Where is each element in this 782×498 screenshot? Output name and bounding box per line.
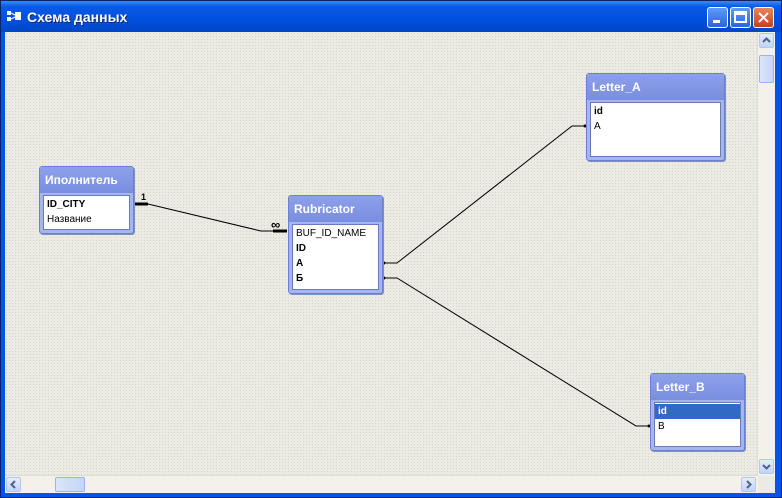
field-id-city[interactable]: ID_CITY <box>44 197 129 212</box>
minimize-button[interactable] <box>707 7 728 28</box>
field-id-selected[interactable]: id <box>655 404 740 419</box>
field-list[interactable]: ID_CITY Название <box>43 195 130 230</box>
field-name[interactable]: Название <box>44 212 129 227</box>
relationship-line-rubricator-letter-a[interactable] <box>382 124 587 265</box>
scroll-up-button[interactable] <box>759 33 774 48</box>
relationship-line-rubricator-letter-b[interactable] <box>382 276 651 428</box>
field-a[interactable]: A <box>591 119 720 134</box>
table-letter-a[interactable]: Letter_A id A <box>586 73 725 161</box>
horizontal-scrollbar[interactable] <box>5 475 758 493</box>
field-buf-id-name[interactable]: BUF_ID_NAME <box>293 226 378 241</box>
title-bar[interactable]: Схема данных <box>1 1 781 32</box>
table-letter-b[interactable]: Letter_B id B <box>650 373 745 451</box>
arrow-right-icon <box>746 480 752 489</box>
maximize-button[interactable] <box>730 7 751 28</box>
relationship-line-ispolnitel-rubricator[interactable] <box>134 202 287 233</box>
window-title: Схема данных <box>27 9 128 25</box>
arrow-down-icon <box>762 464 771 470</box>
maximize-icon <box>734 11 747 23</box>
diagram-canvas[interactable]: 1 ∞ Иполнитель ID_CITY Название Rubricat… <box>5 32 775 493</box>
table-title[interactable]: Letter_A <box>587 74 724 100</box>
scroll-right-button[interactable] <box>741 477 756 492</box>
arrow-left-icon <box>10 480 16 489</box>
table-title[interactable]: Rubricator <box>289 196 382 222</box>
close-icon <box>758 12 769 23</box>
relationships-app-icon <box>7 11 21 21</box>
many-side-label: ∞ <box>271 217 280 232</box>
table-rubricator[interactable]: Rubricator BUF_ID_NAME ID A Б <box>288 195 383 294</box>
close-button[interactable] <box>753 7 774 28</box>
minimize-icon <box>713 20 720 23</box>
window: Схема данных 1 ∞ Иполнитель ID_CITY Назв… <box>0 0 782 498</box>
scroll-down-button[interactable] <box>759 459 774 474</box>
scrollbar-corner <box>758 476 775 493</box>
horizontal-scroll-thumb[interactable] <box>55 477 85 492</box>
vertical-scroll-thumb[interactable] <box>759 55 774 83</box>
field-b[interactable]: Б <box>293 271 378 286</box>
field-id[interactable]: id <box>591 104 720 119</box>
vertical-scrollbar[interactable] <box>757 32 775 476</box>
field-list[interactable]: BUF_ID_NAME ID A Б <box>292 224 379 290</box>
one-side-label: 1 <box>141 192 146 202</box>
field-id[interactable]: ID <box>293 241 378 256</box>
field-list[interactable]: id B <box>654 402 741 447</box>
table-title[interactable]: Иполнитель <box>40 167 133 193</box>
scroll-left-button[interactable] <box>6 477 21 492</box>
table-title[interactable]: Letter_B <box>651 374 744 400</box>
field-a[interactable]: A <box>293 256 378 271</box>
field-list[interactable]: id A <box>590 102 721 157</box>
table-ispolnitel[interactable]: Иполнитель ID_CITY Название <box>39 166 134 234</box>
arrow-up-icon <box>762 37 771 43</box>
field-b[interactable]: B <box>655 419 740 434</box>
